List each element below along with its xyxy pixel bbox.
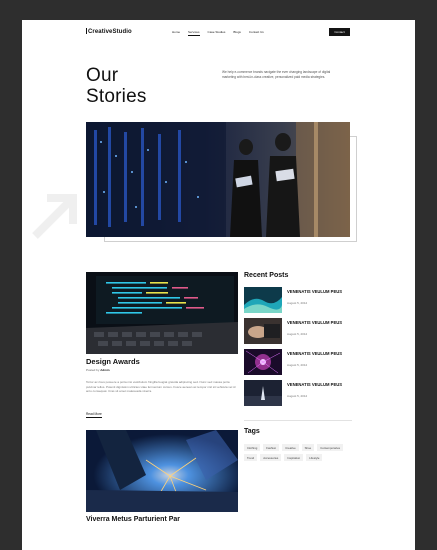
post-meta: Posted by Admin bbox=[86, 368, 110, 372]
nav-item-services[interactable]: Services bbox=[188, 30, 200, 36]
recent-post-title[interactable]: VENENATIS VEULUM PEUS bbox=[287, 351, 347, 356]
nav-item-blogs[interactable]: Blogs bbox=[233, 30, 241, 36]
read-more-link[interactable]: Read More bbox=[86, 412, 102, 418]
page-title-line-2: Stories bbox=[86, 86, 147, 107]
post-image-viverra[interactable] bbox=[86, 430, 238, 512]
recent-post-date: August 5, 2012 bbox=[287, 394, 308, 398]
logo-bar-icon bbox=[86, 28, 87, 34]
logo-text: CreativeStudio bbox=[88, 29, 132, 35]
post-excerpt: Tortor ac risus posuere a porta nisi ves… bbox=[86, 380, 236, 394]
post-title-2[interactable]: Viverra Metus Parturient Par bbox=[86, 516, 180, 523]
thumb-photo-1 bbox=[244, 287, 282, 313]
blog-page: CreativeStudio Home Services Case Studie… bbox=[22, 20, 415, 550]
recent-post-thumb[interactable] bbox=[244, 318, 282, 344]
decorative-arrow-icon bbox=[32, 194, 77, 239]
intro-text: We help e-commerce brands navigate the e… bbox=[222, 70, 331, 79]
nav-item-home[interactable]: Home bbox=[172, 30, 180, 36]
recent-post-title[interactable]: VENENATIS VEULUM PEUS bbox=[287, 320, 347, 325]
thumb-photo-2 bbox=[244, 318, 282, 344]
tag-item[interactable]: Inspiration bbox=[284, 454, 304, 461]
code-laptop-photo bbox=[86, 272, 238, 354]
tag-item[interactable]: Creative bbox=[282, 444, 299, 451]
hero-image bbox=[86, 122, 350, 237]
recent-post-title[interactable]: VENENATIS VEULUM PEUS bbox=[287, 289, 347, 294]
post-title[interactable]: Design Awards bbox=[86, 357, 140, 366]
page-title-line-1: Our bbox=[86, 65, 119, 86]
tag-item[interactable]: Lifestyle bbox=[306, 454, 323, 461]
tag-item[interactable]: Shoe bbox=[301, 444, 315, 451]
recent-post-thumb[interactable] bbox=[244, 349, 282, 375]
recent-post-date: August 5, 2012 bbox=[287, 301, 308, 305]
tag-item[interactable]: Contemporaries bbox=[317, 444, 344, 451]
nav-menu: Home Services Case Studies Blogs Contact… bbox=[172, 30, 264, 36]
logo[interactable]: CreativeStudio bbox=[86, 28, 132, 35]
tag-item[interactable]: Trend bbox=[244, 454, 258, 461]
thumb-photo-4 bbox=[244, 380, 282, 406]
tag-item[interactable]: Clothing bbox=[244, 444, 261, 451]
tag-cloud: Clothing Fashion Creative Shoe Contempor… bbox=[244, 444, 354, 461]
tag-item[interactable]: Fashion bbox=[263, 444, 280, 451]
recent-post-date: August 5, 2012 bbox=[287, 363, 308, 367]
post-author[interactable]: Admin bbox=[100, 368, 109, 372]
server-room-photo bbox=[86, 122, 350, 237]
recent-post-item[interactable]: VENENATIS VEULUM PEUS August 5, 2012 bbox=[244, 380, 352, 406]
recent-posts-heading: Recent Posts bbox=[244, 272, 289, 279]
recent-post-item[interactable]: VENENATIS VEULUM PEUS August 5, 2012 bbox=[244, 287, 352, 313]
screenshot-frame: CreativeStudio Home Services Case Studie… bbox=[0, 0, 437, 550]
nav-item-contact-us[interactable]: Contact Us bbox=[249, 30, 264, 36]
post-meta-prefix: Posted by bbox=[86, 368, 100, 372]
recent-post-title[interactable]: VENENATIS VEULUM PEUS bbox=[287, 382, 347, 387]
post-image-design-awards[interactable] bbox=[86, 272, 238, 354]
recent-post-item[interactable]: VENENATIS VEULUM PEUS August 5, 2012 bbox=[244, 318, 352, 344]
page-title: Our Stories bbox=[86, 65, 186, 107]
recent-post-date: August 5, 2012 bbox=[287, 332, 308, 336]
nav-item-case-studies[interactable]: Case Studies bbox=[208, 30, 226, 36]
recent-post-thumb[interactable] bbox=[244, 287, 282, 313]
thumb-photo-3 bbox=[244, 349, 282, 375]
tags-heading: Tags bbox=[244, 428, 260, 435]
sidebar-divider bbox=[244, 420, 352, 421]
recent-post-thumb[interactable] bbox=[244, 380, 282, 406]
welding-photo bbox=[86, 430, 238, 512]
top-navigation: CreativeStudio Home Services Case Studie… bbox=[22, 20, 415, 44]
recent-post-item[interactable]: VENENATIS VEULUM PEUS August 5, 2012 bbox=[244, 349, 352, 375]
tag-item[interactable]: Accessories bbox=[260, 454, 282, 461]
contact-button[interactable]: Contact bbox=[329, 28, 350, 36]
